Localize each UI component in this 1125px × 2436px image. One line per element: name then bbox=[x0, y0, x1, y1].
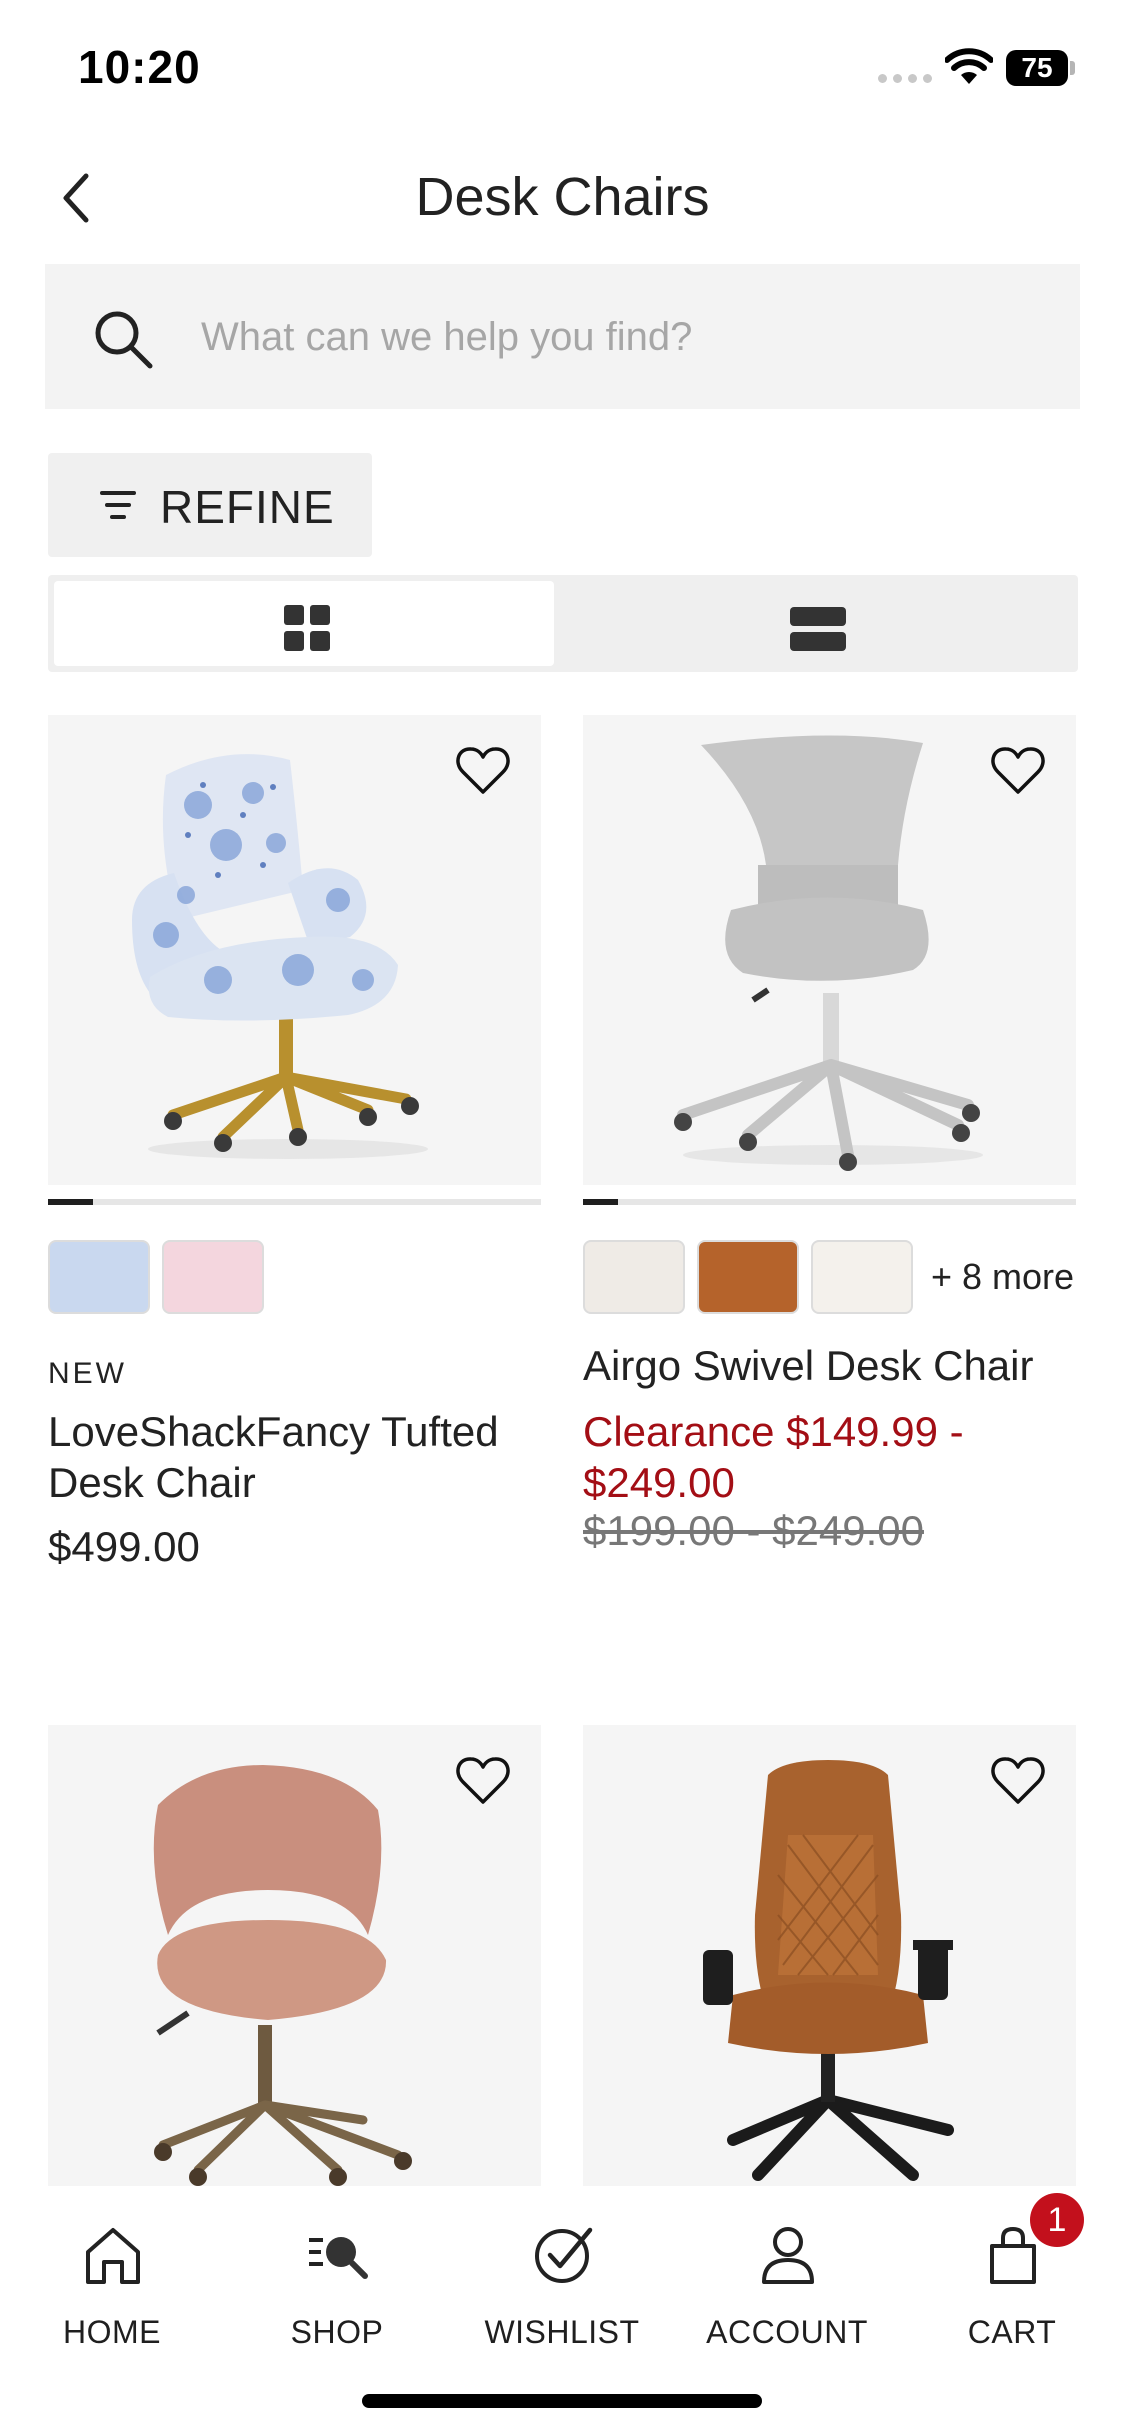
refine-label: REFINE bbox=[160, 481, 335, 533]
home-indicator bbox=[362, 2394, 762, 2408]
heart-icon[interactable] bbox=[990, 745, 1046, 797]
page-title: Desk Chairs bbox=[415, 167, 710, 227]
nav-shop[interactable]: SHOP bbox=[237, 2206, 437, 2356]
nav-label: SHOP bbox=[290, 2314, 384, 2350]
swatch-ivory[interactable] bbox=[583, 1240, 685, 1314]
swatch-cream[interactable] bbox=[811, 1240, 913, 1314]
product-image[interactable] bbox=[48, 715, 541, 1185]
person-icon bbox=[762, 2227, 814, 2284]
status-time: 10:20 bbox=[78, 41, 201, 93]
nav-wishlist[interactable]: WISHLIST bbox=[462, 2206, 662, 2356]
check-circle-icon bbox=[535, 2227, 593, 2283]
product-image[interactable] bbox=[48, 1725, 541, 2190]
refine-button[interactable]: REFINE bbox=[48, 453, 372, 557]
product-price: $499.00 bbox=[48, 1523, 200, 1570]
battery-indicator: 75 bbox=[1006, 50, 1068, 86]
color-swatches bbox=[48, 1240, 264, 1314]
nav-label: HOME bbox=[63, 2314, 161, 2350]
swatch-cognac[interactable] bbox=[697, 1240, 799, 1314]
carousel-progress-fill bbox=[583, 1199, 618, 1205]
new-badge: NEW bbox=[48, 1357, 127, 1390]
list-view-icon bbox=[790, 607, 846, 651]
search-icon bbox=[95, 311, 153, 369]
cellular-signal-icon bbox=[878, 74, 932, 83]
grid-view-button[interactable] bbox=[54, 581, 554, 666]
carousel-progress-fill bbox=[48, 1199, 93, 1205]
image-carousel-progress bbox=[583, 1199, 1076, 1205]
heart-icon[interactable] bbox=[990, 1755, 1046, 1807]
swatch-blue-floral[interactable] bbox=[48, 1240, 150, 1314]
filter-lines-icon bbox=[100, 491, 136, 519]
cart-count-badge: 1 bbox=[1030, 2193, 1084, 2247]
color-swatches: + 8 more bbox=[583, 1240, 1074, 1314]
product-card[interactable]: + 8 more Airgo Swivel Desk Chair Clearan… bbox=[583, 715, 1076, 1585]
product-image[interactable] bbox=[583, 715, 1076, 1185]
product-card[interactable] bbox=[583, 1725, 1076, 2190]
original-price: $199.00 - $249.00 bbox=[583, 1507, 924, 1554]
nav-label: WISHLIST bbox=[484, 2314, 640, 2350]
battery-cap bbox=[1070, 61, 1075, 75]
nav-label: ACCOUNT bbox=[706, 2314, 868, 2350]
grid-view-icon bbox=[284, 605, 330, 651]
heart-icon[interactable] bbox=[455, 1755, 511, 1807]
search-bar[interactable] bbox=[45, 264, 1080, 409]
nav-account[interactable]: ACCOUNT bbox=[687, 2206, 887, 2356]
more-swatches-link[interactable]: + 8 more bbox=[931, 1256, 1074, 1298]
product-name[interactable]: LoveShackFancy Tufted Desk Chair bbox=[48, 1406, 528, 1508]
swatch-pink-floral[interactable] bbox=[162, 1240, 264, 1314]
shop-search-icon bbox=[309, 2237, 368, 2279]
product-image[interactable] bbox=[583, 1725, 1076, 2190]
search-input[interactable] bbox=[201, 304, 1021, 370]
product-card[interactable]: NEW LoveShackFancy Tufted Desk Chair $49… bbox=[48, 715, 541, 1585]
nav-home[interactable]: HOME bbox=[12, 2206, 212, 2356]
wifi-icon bbox=[945, 48, 993, 84]
list-view-button[interactable] bbox=[564, 581, 1072, 666]
home-icon bbox=[86, 2228, 140, 2284]
image-carousel-progress bbox=[48, 1199, 541, 1205]
heart-icon[interactable] bbox=[455, 745, 511, 797]
clearance-price: Clearance $149.99 - $249.00 bbox=[583, 1408, 964, 1506]
product-name[interactable]: Airgo Swivel Desk Chair bbox=[583, 1340, 1076, 1391]
product-card[interactable] bbox=[48, 1725, 541, 2190]
view-toggle bbox=[48, 575, 1078, 672]
status-bar: 10:20 75 bbox=[0, 0, 1125, 130]
nav-label: CART bbox=[967, 2314, 1057, 2350]
